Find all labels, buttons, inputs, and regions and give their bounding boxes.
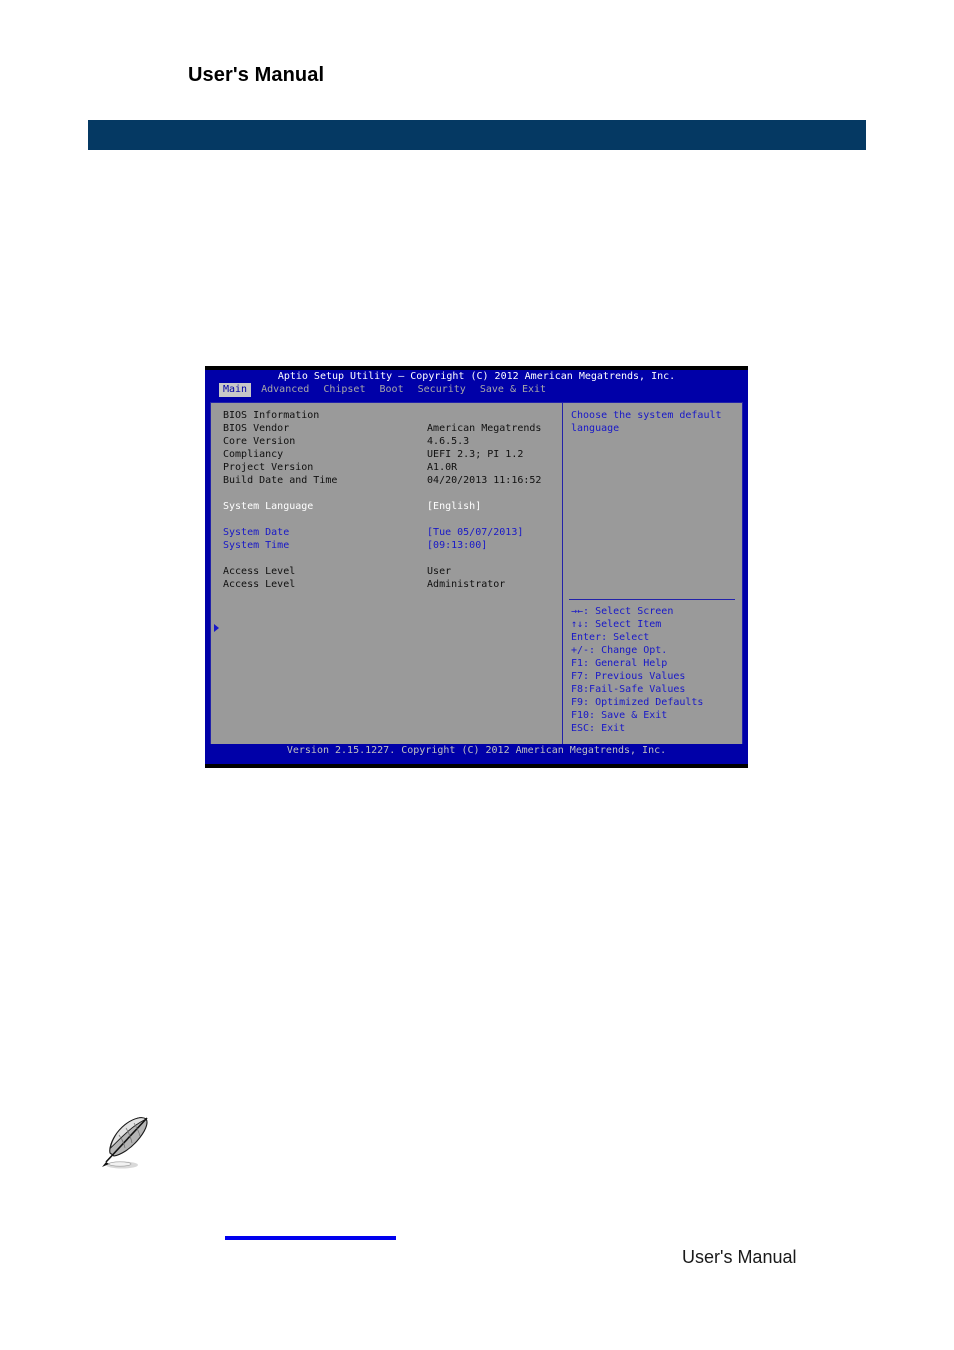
bios-setup-screenshot: Aptio Setup Utility – Copyright (C) 2012… xyxy=(205,366,748,768)
row-label: Build Date and Time xyxy=(223,475,338,486)
bios-version-bar: Version 2.15.1227. Copyright (C) 2012 Am… xyxy=(205,744,748,757)
key-legend: →←: Select Screen ↑↓: Select Item Enter:… xyxy=(571,605,703,735)
bios-settings-panel: BIOS Information BIOS Vendor American Me… xyxy=(210,402,562,757)
row-access-level-administrator: Access Level Administrator xyxy=(223,578,562,591)
row-value: Administrator xyxy=(427,579,506,590)
section-header-bar xyxy=(88,120,866,150)
footer-divider-rule xyxy=(225,1236,396,1240)
row-system-date[interactable]: System Date [Tue 05/07/2013] xyxy=(223,526,562,539)
quill-feather-icon xyxy=(102,1117,148,1169)
row-value: A1.0R xyxy=(427,462,458,473)
row-label: Project Version xyxy=(223,462,314,473)
selection-arrow-icon xyxy=(214,624,219,632)
row-label: Compliancy xyxy=(223,449,284,460)
row-value: 04/20/2013 11:16:52 xyxy=(427,475,542,486)
row-label: System Date xyxy=(223,527,290,538)
row-label: Core Version xyxy=(223,436,296,447)
row-label: Access Level xyxy=(223,566,296,577)
key-esc-exit: ESC: Exit xyxy=(571,723,626,734)
bios-help-panel: Choose the system default language →←: S… xyxy=(562,402,743,757)
bios-tab-bar[interactable]: Main Advanced Chipset Boot Security Save… xyxy=(205,383,748,397)
row-compliancy: Compliancy UEFI 2.3; PI 1.2 xyxy=(223,448,562,461)
row-value: 4.6.5.3 xyxy=(427,436,470,447)
bios-title-bar: Aptio Setup Utility – Copyright (C) 2012… xyxy=(205,370,748,383)
row-core-version: Core Version 4.6.5.3 xyxy=(223,435,562,448)
key-select-screen: →←: Select Screen xyxy=(571,606,674,617)
help-text-line-2: language xyxy=(571,423,620,434)
key-enter-select: Enter: Select xyxy=(571,632,650,643)
row-label: BIOS Vendor xyxy=(223,423,290,434)
row-value: UEFI 2.3; PI 1.2 xyxy=(427,449,524,460)
row-project-version: Project Version A1.0R xyxy=(223,461,562,474)
key-change-opt: +/-: Change Opt. xyxy=(571,645,668,656)
row-value[interactable]: [09:13:00] xyxy=(427,539,487,552)
tab-boot[interactable]: Boot xyxy=(376,383,408,397)
tab-main[interactable]: Main xyxy=(219,383,252,397)
key-f10-save-exit: F10: Save & Exit xyxy=(571,710,668,721)
tab-chipset[interactable]: Chipset xyxy=(319,383,369,397)
row-system-language[interactable]: System Language [English] xyxy=(223,500,562,513)
bios-information-heading: BIOS Information xyxy=(223,409,562,422)
row-system-time[interactable]: System Time [09:13:00] xyxy=(223,539,562,552)
row-label: System Language xyxy=(223,501,314,512)
tab-security[interactable]: Security xyxy=(414,383,470,397)
row-label: Access Level xyxy=(223,579,296,590)
section-heading-label: BIOS Information xyxy=(223,410,320,421)
row-value: User xyxy=(427,566,452,577)
tab-save-exit[interactable]: Save & Exit xyxy=(476,383,550,397)
bios-body: BIOS Information BIOS Vendor American Me… xyxy=(210,402,743,757)
row-value[interactable]: [Tue 05/07/2013] xyxy=(427,526,523,539)
help-panel-divider xyxy=(569,599,735,600)
key-f7-previous-values: F7: Previous Values xyxy=(571,671,686,682)
key-f1-general-help: F1: General Help xyxy=(571,658,668,669)
page-footer-title: User's Manual xyxy=(682,1247,797,1267)
key-f9-optimized: F9: Optimized Defaults xyxy=(571,697,704,708)
row-bios-vendor: BIOS Vendor American Megatrends xyxy=(223,422,562,435)
row-value: American Megatrends xyxy=(427,423,542,434)
help-text-line-1: Choose the system default xyxy=(571,410,722,421)
bios-window: Aptio Setup Utility – Copyright (C) 2012… xyxy=(205,370,748,764)
row-value[interactable]: [English] xyxy=(427,500,481,513)
key-f8-fail-safe: F8:Fail-Safe Values xyxy=(571,684,686,695)
row-label: System Time xyxy=(223,540,290,551)
row-access-level-user: Access Level User xyxy=(223,565,562,578)
key-select-item: ↑↓: Select Item xyxy=(571,619,662,630)
page-title: User's Manual xyxy=(188,64,325,86)
row-build-date-and-time: Build Date and Time 04/20/2013 11:16:52 xyxy=(223,474,562,487)
tab-advanced[interactable]: Advanced xyxy=(257,383,313,397)
